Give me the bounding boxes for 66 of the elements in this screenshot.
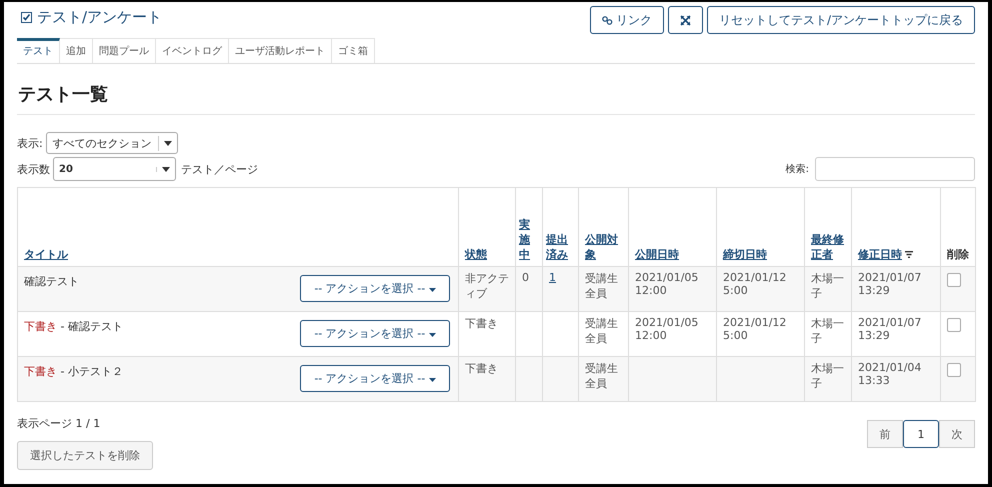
table-cell: 受講生全員 (585, 317, 618, 345)
delete-checkbox[interactable] (947, 363, 961, 377)
draft-label: 下書き (24, 320, 57, 333)
tab[interactable]: ユーザ活動レポート (229, 38, 332, 63)
page-title: テスト/アンケート (37, 8, 162, 27)
table-cell: 2021/01/12 5:00 (723, 316, 786, 342)
delete-selected-button[interactable]: 選択したテストを削除 (17, 441, 153, 470)
caret-icon (428, 288, 436, 292)
action-dropdown[interactable]: -- アクションを選択 -- (300, 275, 450, 302)
page-info: 表示ページ 1 / 1 (17, 416, 100, 431)
table-cell: 2021/01/07 13:29 (858, 316, 922, 342)
filter-label: 表示: (17, 136, 43, 150)
column-header[interactable]: タイトル (24, 247, 68, 262)
per-page-label: 表示数 (17, 162, 50, 176)
caret-icon (428, 333, 436, 337)
action-dropdown[interactable]: -- アクションを選択 -- (300, 365, 450, 392)
tab[interactable]: テスト (17, 38, 60, 63)
table-cell: 2021/01/05 12:00 (635, 271, 698, 297)
test-title: - 小テスト２ (60, 365, 123, 378)
column-header[interactable]: 修正日時 (858, 247, 902, 262)
table-cell: 2021/01/07 13:29 (858, 271, 922, 297)
column-header[interactable]: 締切日時 (723, 247, 767, 262)
table-cell: 0 (522, 271, 529, 284)
link-button[interactable]: リンク (590, 6, 664, 34)
table-cell: 受講生全員 (585, 362, 618, 390)
draft-label: 下書き (24, 365, 57, 378)
pagination-button[interactable]: 1 (903, 420, 939, 448)
tab[interactable]: イベントログ (156, 38, 229, 63)
section-heading: テスト一覧 (17, 83, 109, 107)
delete-checkbox[interactable] (947, 273, 961, 287)
table-cell: 受講生全員 (585, 272, 618, 300)
table-cell: 2021/01/05 12:00 (635, 316, 698, 342)
table-cell: 木場一子 (811, 317, 844, 345)
delete-checkbox[interactable] (947, 318, 961, 332)
test-title: - 確認テスト (60, 320, 123, 333)
table-cell: 2021/01/04 13:33 (858, 361, 922, 387)
per-page-suffix: テスト／ページ (181, 162, 258, 176)
caret-icon (164, 140, 172, 146)
action-dropdown[interactable]: -- アクションを選択 -- (300, 320, 450, 347)
link-icon (602, 16, 613, 24)
tab[interactable]: 追加 (60, 38, 93, 63)
expand-button[interactable] (668, 6, 703, 34)
table-cell: 木場一子 (811, 362, 844, 390)
table-cell: 下書き (465, 317, 498, 330)
caret-icon (428, 378, 436, 382)
section-dropdown[interactable]: すべてのセクション (46, 132, 178, 154)
column-header[interactable]: 状態 (465, 247, 487, 262)
test-title: 確認テスト (24, 275, 79, 288)
per-page-dropdown[interactable]: 20 (53, 157, 176, 181)
table-cell: 木場一子 (811, 272, 844, 300)
search-field[interactable] (815, 157, 975, 181)
caret-icon (162, 166, 170, 172)
checkbox-icon (21, 12, 32, 23)
tab[interactable]: ゴミ箱 (332, 38, 375, 63)
table-cell: 下書き (465, 362, 498, 375)
submitted-link[interactable]: 1 (549, 271, 556, 284)
table-cell: 2021/01/12 5:00 (723, 271, 786, 297)
table-cell: 非アクティブ (465, 272, 509, 300)
pagination-button[interactable]: 次 (939, 420, 975, 448)
tab[interactable]: 問題プール (93, 38, 156, 63)
expand-icon (680, 14, 691, 26)
pagination-button[interactable]: 前 (867, 420, 903, 448)
reset-button[interactable]: リセットしてテスト/アンケートトップに戻る (706, 6, 975, 34)
search-label: 検索: (786, 162, 809, 176)
column-header: 削除 (947, 247, 969, 262)
column-header[interactable]: 公開日時 (635, 247, 679, 262)
